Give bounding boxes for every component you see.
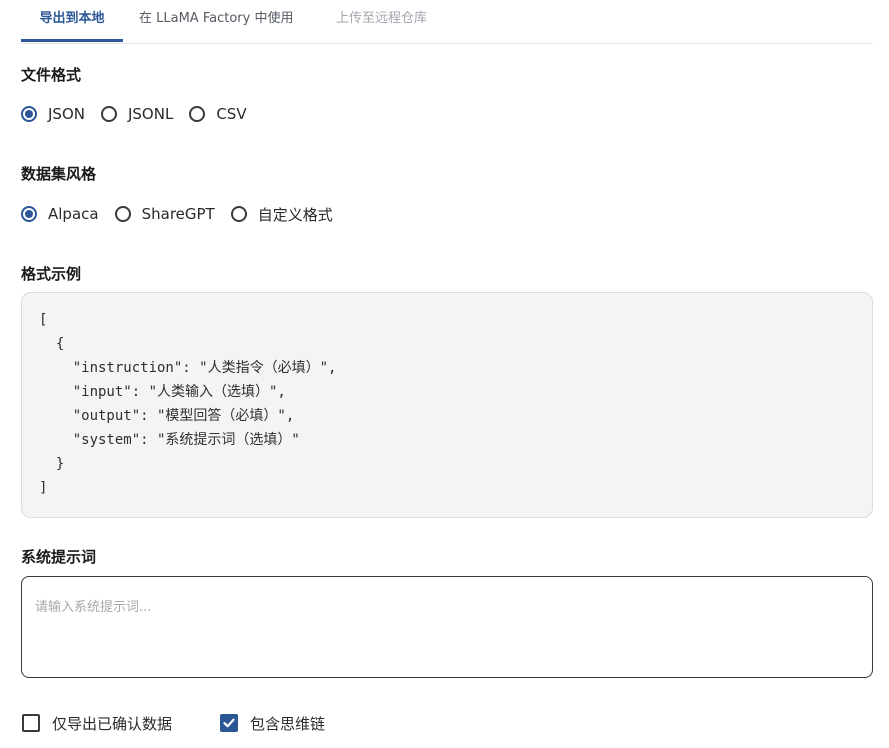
radio-label: ShareGPT — [141, 205, 215, 223]
format-example-code-block: [ { "instruction": "人类指令（必填）", "input": … — [21, 292, 873, 518]
radio-unchecked-icon[interactable] — [230, 206, 247, 222]
radio-jsonl[interactable]: JSONL — [100, 105, 174, 123]
radio-checked-icon[interactable] — [21, 206, 37, 222]
export-dataset-panel: 导出到本地 在 LLaMA Factory 中使用 上传至远程仓库 文件格式 J… — [0, 0, 889, 748]
format-example-code: [ { "instruction": "人类指令（必填）", "input": … — [39, 312, 337, 496]
checkmark-icon — [223, 718, 235, 728]
radio-unchecked-icon[interactable] — [100, 106, 117, 122]
tab-export-local[interactable]: 导出到本地 — [21, 0, 123, 42]
radio-unchecked-icon[interactable] — [114, 206, 131, 222]
checkbox-checked-icon[interactable] — [220, 714, 239, 732]
export-options: 仅导出已确认数据 包含思维链 — [22, 711, 325, 735]
radio-alpaca[interactable]: Alpaca — [21, 205, 99, 223]
file-format-heading: 文件格式 — [21, 66, 82, 84]
export-tabs: 导出到本地 在 LLaMA Factory 中使用 上传至远程仓库 — [21, 0, 873, 44]
tab-upload-remote[interactable]: 上传至远程仓库 — [336, 0, 427, 41]
radio-csv[interactable]: CSV — [189, 105, 247, 123]
radio-checked-icon[interactable] — [21, 106, 37, 122]
checkbox-include-cot[interactable]: 包含思维链 — [220, 713, 325, 734]
radio-label: 自定义格式 — [257, 205, 333, 224]
checkbox-label: 包含思维链 — [250, 714, 326, 733]
checkbox-confirmed-only[interactable]: 仅导出已确认数据 — [22, 713, 172, 734]
format-example-heading: 格式示例 — [21, 265, 82, 283]
radio-label: Alpaca — [48, 205, 99, 223]
radio-label: JSON — [48, 105, 85, 123]
tab-use-in-llama-factory[interactable]: 在 LLaMA Factory 中使用 — [139, 0, 293, 41]
system-prompt-input[interactable] — [21, 576, 873, 678]
checkbox-unchecked-icon[interactable] — [22, 714, 40, 732]
radio-custom-format[interactable]: 自定义格式 — [230, 204, 333, 225]
radio-label: JSONL — [127, 105, 174, 123]
radio-label: CSV — [216, 105, 247, 123]
radio-sharegpt[interactable]: ShareGPT — [114, 205, 215, 223]
radio-json[interactable]: JSON — [21, 105, 85, 123]
system-prompt-heading: 系统提示词 — [21, 548, 97, 566]
checkbox-label: 仅导出已确认数据 — [52, 714, 173, 733]
file-format-radio-group: JSON JSONL CSV — [21, 102, 263, 126]
dataset-style-radio-group: Alpaca ShareGPT 自定义格式 — [21, 202, 349, 226]
dataset-style-heading: 数据集风格 — [21, 165, 97, 183]
radio-unchecked-icon[interactable] — [189, 106, 206, 122]
